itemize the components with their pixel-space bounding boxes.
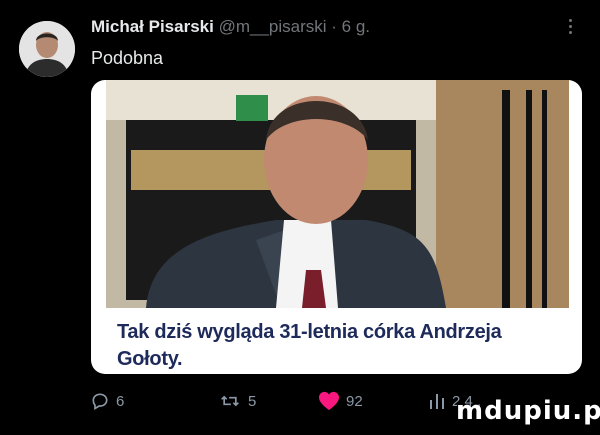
- tweet-header: Michał Pisarski @m__pisarski · 6 g.: [91, 16, 370, 37]
- more-options-icon[interactable]: [565, 16, 575, 38]
- card-caption: Tak dziś wygląda 31-letnia córka Andrzej…: [117, 321, 502, 370]
- heart-icon: [319, 391, 339, 411]
- tweet-text: Podobna: [91, 48, 164, 68]
- reply-icon: [92, 393, 108, 410]
- site-watermark: mdupiu.pl: [456, 396, 600, 426]
- reply-button[interactable]: 6: [90, 388, 124, 414]
- author-avatar[interactable]: [19, 21, 75, 77]
- retweet-icon: [221, 395, 239, 407]
- views-bar-chart-icon: [430, 394, 444, 409]
- retweet-button[interactable]: 5: [218, 388, 256, 414]
- meta-separator: ·: [331, 17, 337, 36]
- avatar-portrait-icon: [19, 21, 75, 77]
- card-photo: [106, 80, 569, 308]
- tweet-timestamp[interactable]: 6 g.: [342, 17, 370, 36]
- like-button[interactable]: 92: [318, 388, 363, 414]
- like-count: 92: [346, 392, 363, 410]
- retweet-count: 5: [248, 392, 257, 410]
- reply-count: 6: [116, 392, 125, 410]
- author-handle[interactable]: @m__pisarski: [219, 17, 327, 36]
- author-name[interactable]: Michał Pisarski: [91, 17, 214, 36]
